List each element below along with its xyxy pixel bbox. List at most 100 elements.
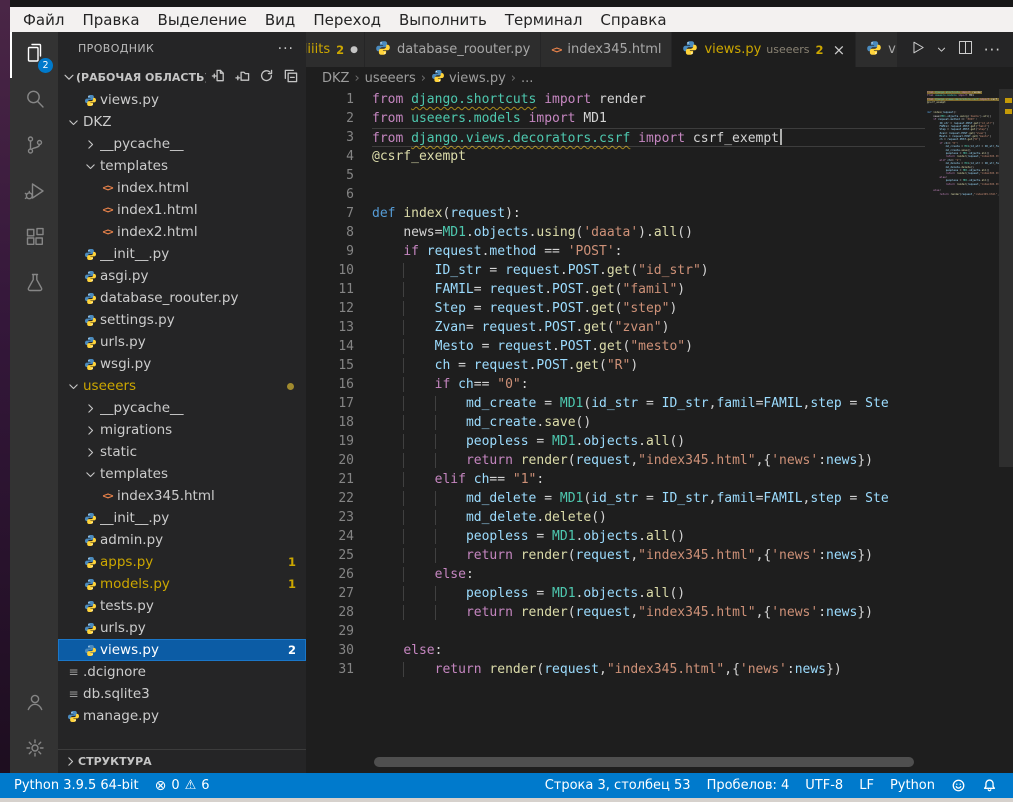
- breadcrumb-item-...[interactable]: ...: [521, 71, 533, 86]
- eol-setting[interactable]: LF: [851, 778, 882, 793]
- menu-item-1[interactable]: Файл: [14, 11, 73, 29]
- workspace-section-header[interactable]: (РАБОЧАЯ ОБЛАСТЬ) ...: [58, 65, 306, 89]
- more-actions-button[interactable]: ···: [984, 41, 1001, 59]
- tree-item-__pycache__[interactable]: __pycache__: [58, 397, 306, 419]
- code-line-13[interactable]: 13 Zvan= request.POST.get("zvan"): [306, 318, 925, 337]
- tree-item-templates[interactable]: templates: [58, 463, 306, 485]
- code-line-10[interactable]: 10 ID_str = request.POST.get("id_str"): [306, 261, 925, 280]
- vertical-scrollbar[interactable]: [999, 89, 1013, 773]
- scrollbar-slider[interactable]: [999, 89, 1013, 467]
- tree-item-__init__.py[interactable]: __init__.py: [58, 243, 306, 265]
- code-line-3[interactable]: 3from django.views.decorators.csrf impor…: [306, 128, 925, 147]
- activity-extensions[interactable]: [10, 216, 58, 262]
- tree-item-views.py[interactable]: views.py: [58, 89, 306, 111]
- indentation-setting[interactable]: Пробелов: 4: [699, 778, 798, 793]
- tree-item-index.html[interactable]: <>index.html: [58, 177, 306, 199]
- menu-item-3[interactable]: Выделение: [149, 11, 256, 29]
- feedback-icon[interactable]: [943, 778, 974, 793]
- code-line-7[interactable]: 7def index(request):: [306, 204, 925, 223]
- code-line-11[interactable]: 11 FAMIL= request.POST.get("famil"): [306, 280, 925, 299]
- code-line-22[interactable]: 22 md_delete = MD1(id_str = ID_str,famil…: [306, 489, 925, 508]
- menu-item-4[interactable]: Вид: [256, 11, 304, 29]
- code-line-25[interactable]: 25 return render(request,"index345.html"…: [306, 546, 925, 565]
- tab-index345.html[interactable]: <>index345.html: [541, 32, 672, 67]
- tree-item-models.py[interactable]: models.py1: [58, 573, 306, 595]
- tab-vie[interactable]: vie: [856, 32, 897, 67]
- code-line-30[interactable]: 30 else:: [306, 641, 925, 660]
- tree-item-urls.py[interactable]: urls.py: [58, 331, 306, 353]
- code-line-14[interactable]: 14 Mesto = request.POST.get("mesto"): [306, 337, 925, 356]
- new-folder-button[interactable]: [234, 69, 250, 85]
- activity-settings[interactable]: [10, 727, 58, 773]
- tree-item-index345.html[interactable]: <>index345.html: [58, 485, 306, 507]
- tree-item-templates[interactable]: templates: [58, 155, 306, 177]
- horizontal-scrollbar[interactable]: [374, 757, 914, 767]
- tab-database_roouter.py[interactable]: database_roouter.py: [365, 32, 541, 67]
- code-line-20[interactable]: 20 return render(request,"index345.html"…: [306, 451, 925, 470]
- split-editor-button[interactable]: [957, 39, 974, 60]
- code-line-24[interactable]: 24 peopless = MD1.objects.all(): [306, 527, 925, 546]
- activity-run-debug[interactable]: [10, 170, 58, 216]
- tree-item-urls.py[interactable]: urls.py: [58, 617, 306, 639]
- run-button[interactable]: [909, 39, 926, 60]
- tree-item-manage.py[interactable]: manage.py: [58, 705, 306, 727]
- code-line-5[interactable]: 5: [306, 166, 925, 185]
- tree-item-index2.html[interactable]: <>index2.html: [58, 221, 306, 243]
- tree-item-admin.py[interactable]: admin.py: [58, 529, 306, 551]
- tree-item-tests.py[interactable]: tests.py: [58, 595, 306, 617]
- code-line-29[interactable]: 29: [306, 622, 925, 641]
- minimap[interactable]: from django.shortcuts import renderfrom …: [927, 91, 999, 196]
- tree-item-db.sqlite3[interactable]: ≡db.sqlite3: [58, 683, 306, 705]
- menu-item-5[interactable]: Переход: [304, 11, 390, 29]
- code-line-4[interactable]: 4@csrf_exempt: [306, 147, 925, 166]
- language-mode[interactable]: Python: [882, 778, 943, 793]
- tree-item-__init__.py[interactable]: __init__.py: [58, 507, 306, 529]
- activity-testing[interactable]: [10, 262, 58, 308]
- activity-account[interactable]: [10, 681, 58, 727]
- menu-item-6[interactable]: Выполнить: [390, 11, 496, 29]
- activity-explorer[interactable]: 2: [10, 32, 58, 78]
- code-line-9[interactable]: 9 if request.method == 'POST':: [306, 242, 925, 261]
- close-icon[interactable]: ×: [833, 41, 846, 59]
- tree-item-.dcignore[interactable]: ≡.dcignore: [58, 661, 306, 683]
- code-line-21[interactable]: 21 elif ch== "1":: [306, 470, 925, 489]
- tree-item-DKZ[interactable]: DKZ: [58, 111, 306, 133]
- tab-diiits[interactable]: diiits2●: [306, 32, 365, 67]
- menu-item-8[interactable]: Справка: [591, 11, 675, 29]
- tree-item-migrations[interactable]: migrations: [58, 419, 306, 441]
- outline-section-header[interactable]: СТРУКТУРА: [58, 749, 306, 773]
- notifications-bell-icon[interactable]: [974, 778, 1005, 793]
- new-file-button[interactable]: [210, 69, 226, 85]
- tree-item-views.py[interactable]: views.py2: [58, 639, 306, 661]
- code-line-18[interactable]: 18 md_create.save(): [306, 413, 925, 432]
- code-line-28[interactable]: 28 return render(request,"index345.html"…: [306, 603, 925, 622]
- code-line-19[interactable]: 19 peopless = MD1.objects.all(): [306, 432, 925, 451]
- code-line-23[interactable]: 23 md_delete.delete(): [306, 508, 925, 527]
- cursor-position[interactable]: Строка 3, столбец 53: [537, 778, 699, 793]
- tree-item-database_roouter.py[interactable]: database_roouter.py: [58, 287, 306, 309]
- code-line-12[interactable]: 12 Step = request.POST.get("step"): [306, 299, 925, 318]
- code-line-15[interactable]: 15 ch = request.POST.get("R"): [306, 356, 925, 375]
- code-line-26[interactable]: 26 else:: [306, 565, 925, 584]
- code-editor[interactable]: 1from django.shortcuts import render2fro…: [306, 89, 1013, 773]
- collapse-all-button[interactable]: [282, 69, 298, 85]
- code-line-6[interactable]: 6: [306, 185, 925, 204]
- code-line-17[interactable]: 17 md_create = MD1(id_str = ID_str,famil…: [306, 394, 925, 413]
- tree-item-wsgi.py[interactable]: wsgi.py: [58, 353, 306, 375]
- more-actions-icon[interactable]: ···: [278, 41, 294, 57]
- menu-item-2[interactable]: Правка: [73, 11, 148, 29]
- tree-item-static[interactable]: static: [58, 441, 306, 463]
- code-line-16[interactable]: 16 if ch== "0":: [306, 375, 925, 394]
- activity-search[interactable]: [10, 78, 58, 124]
- code-line-8[interactable]: 8 news=MD1.objects.using('daata').all(): [306, 223, 925, 242]
- python-interpreter[interactable]: Python 3.9.5 64-bit: [6, 778, 147, 793]
- tree-item-asgi.py[interactable]: asgi.py: [58, 265, 306, 287]
- tree-item-__pycache__[interactable]: __pycache__: [58, 133, 306, 155]
- tree-item-index1.html[interactable]: <>index1.html: [58, 199, 306, 221]
- menu-item-7[interactable]: Терминал: [496, 11, 592, 29]
- refresh-button[interactable]: [258, 69, 274, 85]
- encoding-setting[interactable]: UTF-8: [797, 778, 851, 793]
- problems-indicator[interactable]: ⊗ 0 ⚠ 6: [147, 778, 218, 794]
- run-dropdown-button[interactable]: [936, 40, 947, 59]
- code-line-31[interactable]: 31 return render(request,"index345.html"…: [306, 660, 925, 679]
